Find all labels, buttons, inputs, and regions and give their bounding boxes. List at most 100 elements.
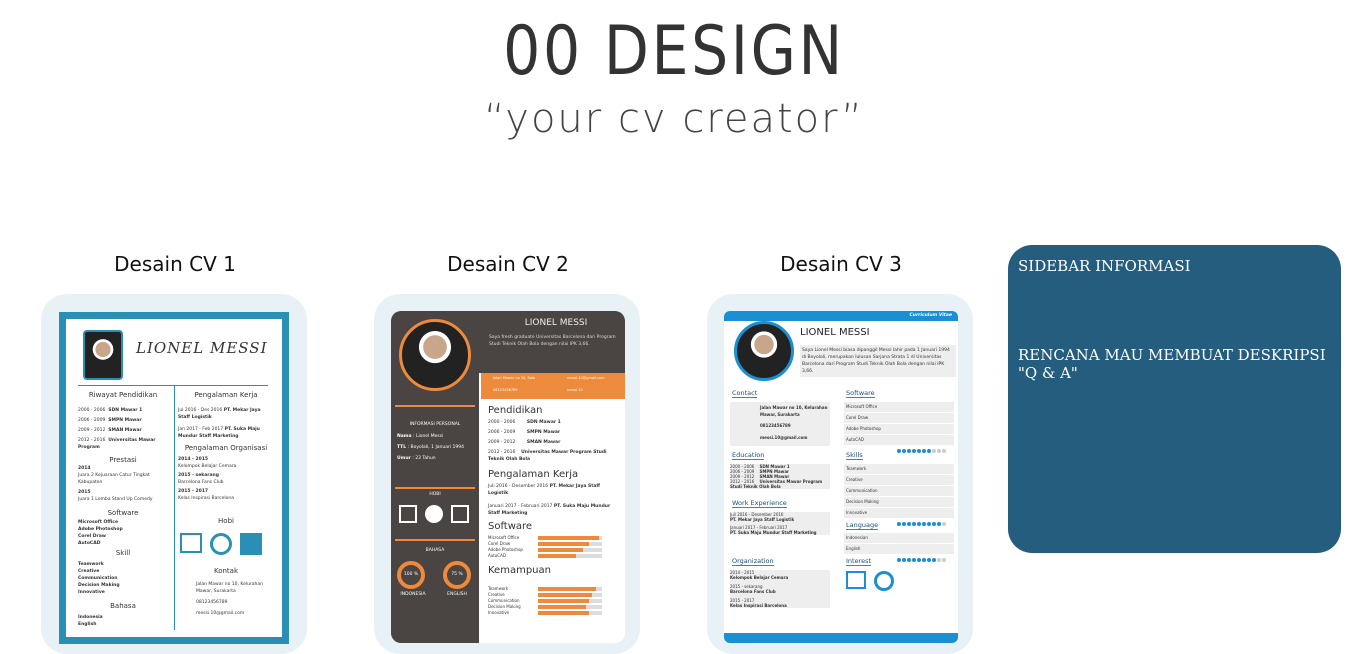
rating-dot (912, 558, 916, 562)
rating-dot (912, 522, 916, 526)
rating-dot (922, 522, 926, 526)
list-item: 2012 - 2016 Universitas Mawar Program (78, 438, 156, 450)
cv3-work-list: Juli 2016 - Desember 2016 PT. Mekar Jaya … (730, 512, 830, 535)
list-item: 2009 - 2012 SMAN Mawar (78, 428, 142, 433)
cv2-summary: Saya fresh graduate Universitas Barcelon… (489, 335, 616, 347)
cv1-photo (83, 330, 123, 380)
soccer-ball-icon (425, 505, 443, 523)
rating-row: Teamwork (844, 464, 954, 482)
skill-label: Adobe Photoshop (488, 547, 523, 552)
cv3-contact-heading: Contact (732, 389, 758, 398)
divider (395, 405, 475, 407)
cv1-card[interactable]: LIONEL MESSI Riwayat Pendidikan 2000 - 2… (41, 294, 307, 654)
cv3-interest-icons (846, 571, 894, 591)
cv3-language-list: Indonesian English (844, 533, 954, 562)
rating-dot (927, 522, 931, 526)
skill-label: Corel Draw (488, 541, 511, 546)
rating-row: Adobe Photoshop (844, 424, 954, 442)
list-item: TTL : Boyolali, 1 Januari 1994 (397, 445, 464, 450)
list-item: Indonesia (78, 615, 103, 620)
rating-row: English (844, 544, 954, 562)
list-item: 2006 - 2009 SMPN Mawar (78, 418, 142, 423)
skill-bar-fill (538, 554, 576, 558)
list-item: 2015 - 2017 Kelas Inspirasi Barcelona (178, 489, 234, 501)
list-item: AutoCAD (78, 541, 101, 546)
cv1-hobby-heading: Hobi (218, 517, 234, 525)
cv3-bottom-banner (724, 633, 958, 643)
cv2-title[interactable]: Desain CV 2 (373, 252, 643, 276)
cv1-preview: LIONEL MESSI Riwayat Pendidikan 2000 - 2… (59, 312, 289, 644)
sidebar-title: SIDEBAR INFORMASI (1018, 257, 1191, 275)
cv3-skills-list: Teamwork Creative Communication Decision Ma… (844, 464, 954, 526)
rating-label: Creative (846, 477, 863, 482)
cv3-photo (734, 321, 794, 381)
rating-row: AutoCAD (844, 435, 954, 453)
rating-label: Adobe Photoshop (846, 426, 881, 431)
list-item: 2015 - 2017 Kelas Inspirasi Barcelona (730, 598, 787, 608)
cv3-card[interactable]: Curriculum Vitae LIONEL MESSI Saya Lione… (707, 294, 973, 654)
cv2-card[interactable]: LIONEL MESSI Saya fresh graduate Univers… (374, 294, 640, 654)
running-icon (451, 505, 469, 523)
rating-dot (937, 449, 941, 453)
rating-dot (917, 449, 921, 453)
skill-label: Creative (488, 592, 505, 597)
rating-dot (922, 449, 926, 453)
list-item: Nama : Lionel Messi (397, 434, 444, 439)
rating-dot (902, 558, 906, 562)
rating-dots (897, 438, 947, 457)
email-text: messi.10@gmail.com (760, 435, 808, 440)
instagram-text: messi.10 (567, 388, 583, 392)
list-item: Jan 2017 - Feb 2017 PT. Suka Maju Mundur… (178, 427, 260, 439)
rating-dot (897, 522, 901, 526)
rating-dots (897, 511, 947, 530)
cv1-title[interactable]: Desain CV 1 (40, 252, 310, 276)
rating-label: Innovative (846, 510, 868, 515)
cv2-skills-heading: Kemampuan (488, 565, 551, 576)
cv1-education-list: 2000 - 2006 SDN Mawar 1 2006 - 2009 SMPN… (78, 407, 173, 451)
list-item: 2000 - 2006 SDN Mawar 1 (78, 408, 143, 413)
list-item: 2000 - 2006 SDN Mawar 1 (488, 420, 561, 425)
soccer-ball-icon (874, 571, 894, 591)
address-text: Jalan Mawar no 10, Kelurahan Mawar, Sura… (196, 582, 264, 594)
cv1-skill-heading: Skill (115, 549, 131, 557)
cv2-education-list: 2000 - 2006 SDN Mawar 1 2006 - 2009 SMPN… (488, 419, 618, 463)
rating-dots (897, 547, 947, 566)
rating-label: Corel Draw (846, 415, 869, 420)
cv2-education-heading: Pendidikan (488, 405, 543, 416)
rating-dot (942, 449, 946, 453)
list-item: Corel Draw (78, 534, 106, 539)
address-text: Jalan Mawar no 10, Kelurahan Mawar, Sura… (760, 405, 828, 417)
cv3-education-list: 2000 - 2006 SDN Mawar 1 2006 - 2009 SMPN… (730, 464, 830, 489)
cv1-achievement-heading: Prestasi (109, 456, 137, 464)
soccer-ball-icon (210, 533, 232, 555)
cv1-achievement-list: 2014 Juara 2 Kejuaraan Catur Tingkat Kabu… (78, 465, 173, 503)
skill-bar-fill (538, 611, 589, 615)
cv2-personal-list: Nama : Lionel Messi TTL : Boyolali, 1 Ja… (397, 433, 477, 462)
rating-label: AutoCAD (846, 437, 864, 442)
list-item: 2009 - 2012 SMAN Mawar (488, 440, 561, 445)
list-item: 2015 - sekarang Barcelona Fans Club (730, 584, 776, 594)
address-text: Jalan Mawar no 10, Solo (493, 376, 535, 380)
film-icon (399, 505, 417, 523)
phone-text: 08123456789 (196, 600, 228, 605)
cv2-lang-ring: 75 % (443, 561, 471, 589)
cv3-contact-box: Jalan Mawar no 10, Kelurahan Mawar, Sura… (730, 402, 830, 446)
list-item: Adobe Photoshop (78, 527, 123, 532)
cv2-lang-ring: 100 % (397, 561, 425, 589)
cv3-title[interactable]: Desain CV 3 (706, 252, 976, 276)
rating-dot (897, 558, 901, 562)
rating-row: Corel Draw (844, 413, 954, 431)
list-item: Umur : 23 Tahun (397, 456, 436, 461)
rating-row: Indonesian (844, 533, 954, 551)
cv1-contact-heading: Kontak (213, 567, 239, 575)
lang-name: INDONESIA (400, 592, 426, 597)
running-icon (240, 533, 262, 555)
cv1-education-heading: Riwayat Pendidikan (88, 391, 158, 399)
cv1-hobby-icons (180, 533, 262, 555)
rating-dot (902, 522, 906, 526)
skill-label: AutoCAD (488, 553, 506, 558)
list-item: English (78, 622, 97, 627)
rating-label: Decision Making (846, 499, 879, 504)
cv3-preview: Curriculum Vitae LIONEL MESSI Saya Lione… (724, 311, 958, 643)
brand-tagline: “your cv creator” (483, 96, 864, 142)
